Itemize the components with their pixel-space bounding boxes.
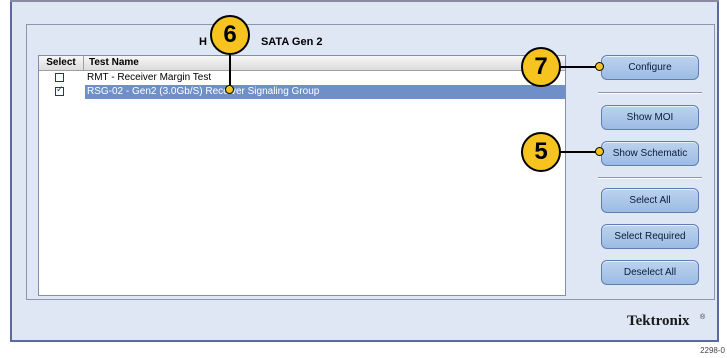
callout-6: 6 <box>210 15 250 55</box>
callout-5: 5 <box>521 132 561 172</box>
column-header-test-name[interactable]: Test Name <box>89 56 139 70</box>
callout-6-leader <box>229 55 231 88</box>
tektronix-logo: Tektronix <box>627 313 690 329</box>
test-name-cell: RSG-02 - Gen2 (3.0Gb/S) Receiver Signali… <box>85 85 565 99</box>
button-separator <box>598 92 702 94</box>
callout-5-leader <box>560 151 600 153</box>
groupbox-title-text: SATA Gen 2 <box>260 36 323 48</box>
callout-6-dot <box>225 85 234 94</box>
row-checkbox[interactable] <box>55 85 64 96</box>
button-separator <box>598 177 702 179</box>
callout-7-dot <box>595 62 604 71</box>
row-checkbox[interactable] <box>55 73 64 82</box>
registered-mark: ® <box>700 314 706 321</box>
table-row[interactable]: RSG-02 - Gen2 (3.0Gb/S) Receiver Signali… <box>39 85 565 99</box>
show-moi-button[interactable]: Show MOI <box>601 105 699 130</box>
configure-button[interactable]: Configure <box>601 55 699 80</box>
show-schematic-button[interactable]: Show Schematic <box>601 141 699 166</box>
deselect-all-button[interactable]: Deselect All <box>601 260 699 285</box>
select-required-button[interactable]: Select Required <box>601 224 699 249</box>
application-window: H SATA Gen 2 Select Test Name RMT - Recei… <box>0 0 727 342</box>
figure-number: 2298-0 <box>700 346 725 355</box>
callout-7: 7 <box>521 47 561 87</box>
table-header: Select Test Name <box>39 56 565 71</box>
select-all-button[interactable]: Select All <box>601 188 699 213</box>
test-name-cell: RMT - Receiver Margin Test <box>87 72 212 83</box>
column-header-select[interactable]: Select <box>39 56 84 70</box>
callout-7-leader <box>560 66 600 68</box>
table-row[interactable]: RMT - Receiver Margin Test <box>39 71 565 85</box>
callout-5-dot <box>595 147 604 156</box>
groupbox-title-prefix: H <box>199 36 207 48</box>
test-table: Select Test Name RMT - Receiver Margin T… <box>38 55 566 296</box>
